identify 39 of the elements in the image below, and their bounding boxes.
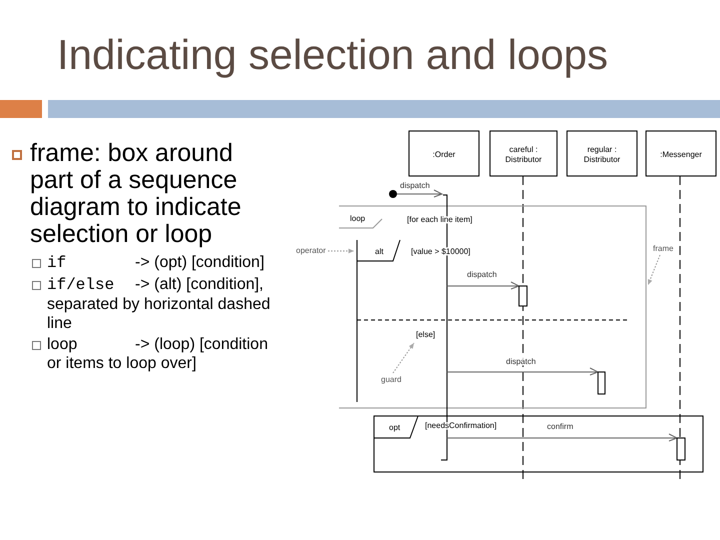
slide-title: Indicating selection and loops <box>57 34 608 76</box>
lifeline-label: Distributor <box>505 155 542 164</box>
bullet-text: loop -> (loop) [condition or items to loop over] <box>47 335 269 373</box>
lifeline-label: careful : <box>509 145 538 154</box>
activation-bar <box>598 372 606 394</box>
annotation-label: operator <box>296 246 326 255</box>
activation-bar <box>518 286 528 306</box>
dotted-arrow <box>648 254 660 286</box>
message-arrow <box>396 190 444 198</box>
start-dot <box>389 190 397 198</box>
message-label: confirm <box>547 422 574 431</box>
lifeline-label: regular : <box>587 145 617 154</box>
message-label: dispatch <box>467 270 497 279</box>
bullet-icon <box>32 281 41 290</box>
accent-bar <box>0 100 42 118</box>
dotted-arrow <box>328 248 354 254</box>
bullet-icon <box>32 341 41 350</box>
bullet-text: if -> (opt) [condition] <box>47 253 266 273</box>
frame-operator: alt <box>375 247 384 256</box>
lifeline-label: Distributor <box>584 155 620 164</box>
lifeline-label: :Order <box>432 150 456 159</box>
frame-operator: loop <box>350 214 366 223</box>
bullet-text: frame: box around part of a sequence diagram to indicate selection or loop <box>30 140 242 248</box>
annotation-label: guard <box>381 375 402 384</box>
lifeline-box <box>566 130 638 176</box>
frame-tab <box>374 416 418 438</box>
lifeline-box <box>646 130 716 176</box>
bullet-icon <box>32 259 41 268</box>
lifeline-box <box>408 130 480 176</box>
lifeline-label: :Messenger <box>660 150 702 159</box>
dotted-arrow <box>392 342 414 374</box>
activation-bar <box>676 438 686 460</box>
frame-operator: opt <box>389 423 400 432</box>
lifeline-box <box>490 130 558 176</box>
frame-tab <box>356 240 400 262</box>
message-label: dispatch <box>400 181 430 190</box>
guard-label: [else] <box>416 330 436 339</box>
annotation-label: frame <box>653 244 674 253</box>
bullet-icon <box>12 150 22 160</box>
